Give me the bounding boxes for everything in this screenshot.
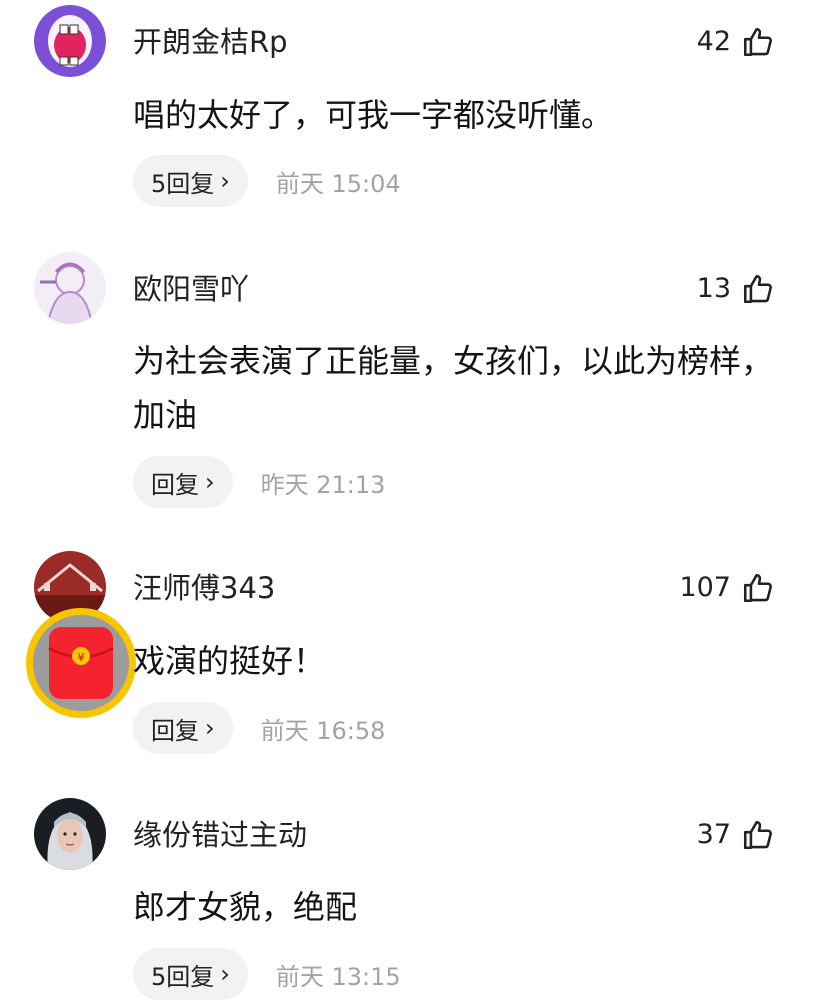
reply-label: 回复 xyxy=(151,470,199,499)
like-count: 107 xyxy=(679,572,731,603)
comment-meta: 回复 › 前天 16:58 xyxy=(133,702,385,754)
avatar[interactable] xyxy=(34,5,106,77)
timestamp: 前天 13:15 xyxy=(275,962,401,991)
thumbs-up-icon[interactable] xyxy=(741,571,775,605)
comment-text: 郎才女貌，绝配 xyxy=(133,888,358,926)
thumbs-up-icon[interactable] xyxy=(741,818,775,852)
reply-label: 5回复 xyxy=(151,169,215,198)
username[interactable]: 开朗金桔Rp xyxy=(133,22,288,62)
like-count: 37 xyxy=(696,819,731,850)
comment-text: 戏演的挺好！ xyxy=(133,642,326,680)
username[interactable]: 欧阳雪吖 xyxy=(133,269,249,309)
username[interactable]: 缘份错过主动 xyxy=(133,815,307,855)
thumbs-up-icon[interactable] xyxy=(741,25,775,59)
thumbs-up-icon[interactable] xyxy=(741,272,775,306)
comment-text: 唱的太好了，可我一字都没听懂。 xyxy=(133,96,614,134)
reply-button[interactable]: 回复 › xyxy=(133,702,233,754)
username[interactable]: 汪师傅343 xyxy=(133,568,275,608)
red-envelope-icon[interactable]: ¥ xyxy=(22,604,140,722)
timestamp: 昨天 21:13 xyxy=(260,470,386,499)
like-count: 42 xyxy=(696,26,731,57)
chevron-right-icon: › xyxy=(220,167,230,195)
chevron-right-icon: › xyxy=(205,468,215,496)
comment-meta: 5回复 › 前天 13:15 xyxy=(133,948,401,1000)
like-count: 13 xyxy=(696,273,731,304)
reply-button[interactable]: 回复 › xyxy=(133,456,233,508)
timestamp: 前天 15:04 xyxy=(275,169,401,198)
reply-button[interactable]: 5回复 › xyxy=(133,948,248,1000)
like-button[interactable]: 107 xyxy=(679,568,775,608)
reply-label: 回复 xyxy=(151,716,199,745)
reply-button[interactable]: 5回复 › xyxy=(133,155,248,207)
avatar[interactable] xyxy=(34,798,106,870)
like-button[interactable]: 37 xyxy=(697,815,775,855)
reply-label: 5回复 xyxy=(151,962,215,991)
comment-meta: 5回复 › 前天 15:04 xyxy=(133,155,401,207)
chevron-right-icon: › xyxy=(205,714,215,742)
like-button[interactable]: 13 xyxy=(697,269,775,309)
like-button[interactable]: 42 xyxy=(697,22,775,62)
comment-meta: 回复 › 昨天 21:13 xyxy=(133,456,385,508)
comment-text: 为社会表演了正能量，女孩们，以此为榜样，加油 xyxy=(133,342,774,434)
timestamp: 前天 16:58 xyxy=(260,716,386,745)
chevron-right-icon: › xyxy=(220,960,230,988)
svg-text:¥: ¥ xyxy=(78,651,85,664)
avatar[interactable] xyxy=(34,252,106,324)
